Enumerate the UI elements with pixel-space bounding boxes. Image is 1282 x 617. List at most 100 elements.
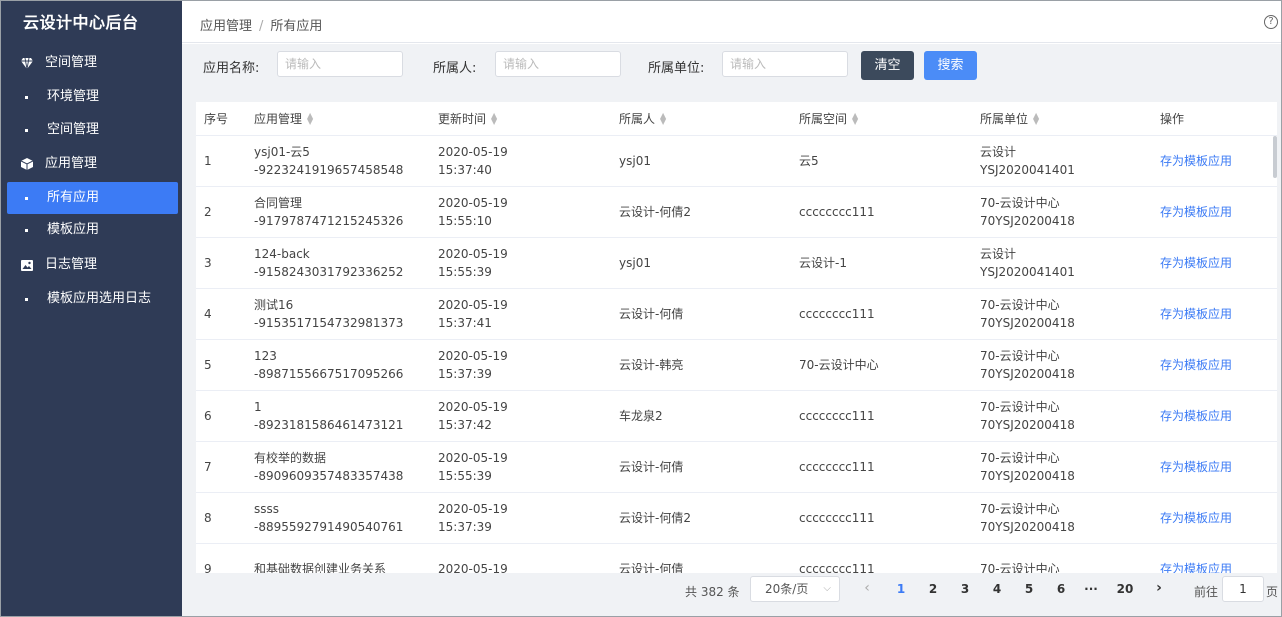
app-name-input[interactable]: [277, 51, 403, 77]
page-suffix: 页: [1266, 585, 1279, 599]
row-index: 1: [204, 153, 212, 168]
sidebar-item-label: 所有应用: [47, 190, 100, 205]
header-updated[interactable]: 更新时间 ▲ ▼: [430, 102, 611, 136]
unit-name: 云设计: [980, 144, 1017, 159]
update-date: 2020-05-19: [438, 144, 508, 159]
apps-table-container: 序号 应用管理 ▲ ▼ 更新时间 ▲ ▼ 所属人 ▲ ▼ 所属空间 ▲ ▼ 所属单位 ▲ ▼ 操作 …: [196, 102, 1277, 574]
table-row: 6 1 -8923181586461473121 2020-05-19 15:37:42…: [196, 390, 1277, 442]
sidebar-item-template-apps[interactable]: 模板应用: [1, 214, 182, 246]
breadcrumb-current: 所有应用: [270, 19, 323, 34]
update-date: 2020-05-19: [438, 297, 508, 312]
page-4[interactable]: 4: [987, 582, 1007, 596]
page-ellipsis[interactable]: ···: [1081, 582, 1101, 596]
app-id: -9158243031792336252: [254, 264, 404, 279]
clear-button[interactable]: 清空: [861, 51, 914, 80]
owner-name: 云设计-何倩: [619, 459, 684, 474]
bullet-icon: [25, 95, 28, 99]
owner-input[interactable]: [495, 51, 621, 77]
unit-name: 70-云设计中心: [980, 348, 1060, 363]
owner-name: ysj01: [619, 255, 651, 270]
table-scrollbar[interactable]: [1273, 136, 1277, 178]
sidebar-item-label: 应用管理: [45, 156, 98, 171]
unit-code: 70YSJ20200418: [980, 213, 1075, 228]
app-id: -9153517154732981373: [254, 315, 404, 330]
table-row: 4 测试16 -9153517154732981373 2020-05-19 15:37…: [196, 288, 1277, 340]
header-label: 所属单位: [980, 111, 1029, 126]
app-name: 合同管理: [254, 195, 303, 210]
app-id: -8923181586461473121: [254, 417, 404, 432]
save-as-template-link[interactable]: 存为模板应用: [1160, 307, 1232, 321]
top-bar: 应用管理 / 所有应用 ?: [182, 1, 1281, 43]
sort-icon[interactable]: ▲ ▼: [1033, 112, 1039, 126]
header-space[interactable]: 所属空间 ▲ ▼: [791, 102, 972, 136]
header-label: 更新时间: [438, 111, 487, 126]
goto-page-input[interactable]: 1: [1222, 576, 1264, 602]
header-action: 操作: [1152, 102, 1277, 136]
sidebar-item-label: 空间管理: [45, 55, 98, 70]
sidebar-item-all-apps[interactable]: 所有应用: [7, 182, 178, 214]
owner-name: 车龙泉2: [619, 408, 663, 423]
row-index: 8: [204, 510, 212, 525]
sort-icon[interactable]: ▲ ▼: [307, 112, 313, 126]
unit-code: 70YSJ20200418: [980, 315, 1075, 330]
update-time: 15:37:39: [438, 366, 492, 381]
prev-page-icon[interactable]: ‹: [857, 580, 877, 596]
header-label: 所属空间: [799, 111, 848, 126]
sort-icon[interactable]: ▲ ▼: [852, 112, 858, 126]
page-6[interactable]: 6: [1051, 582, 1071, 596]
page-size-select[interactable]: 20条/页 ⌵: [750, 576, 840, 602]
header-owner[interactable]: 所属人 ▲ ▼: [611, 102, 791, 136]
unit-code: 70YSJ20200418: [980, 366, 1075, 381]
breadcrumb: 应用管理 / 所有应用: [200, 15, 322, 34]
total-count: 共 382 条: [685, 585, 740, 599]
search-button[interactable]: 搜索: [924, 51, 977, 80]
unit-name: 70-云设计中心: [980, 399, 1060, 414]
help-icon[interactable]: ?: [1264, 15, 1278, 29]
sidebar-item-space-management[interactable]: 空间管理: [1, 47, 182, 79]
save-as-template-link[interactable]: 存为模板应用: [1160, 154, 1232, 168]
sort-icon[interactable]: ▲ ▼: [660, 112, 666, 126]
sidebar-item-label: 模板应用: [47, 222, 100, 237]
unit-code: 70YSJ20200418: [980, 519, 1075, 534]
space-name: cccccccc111: [799, 459, 875, 474]
space-name: cccccccc111: [799, 408, 875, 423]
breadcrumb-root[interactable]: 应用管理: [200, 19, 252, 34]
bullet-icon: [25, 128, 28, 132]
space-name: 云设计-1: [799, 255, 847, 270]
header-app[interactable]: 应用管理 ▲ ▼: [246, 102, 430, 136]
owner-label: 所属人:: [433, 61, 477, 76]
sidebar-item-log-management[interactable]: 日志管理: [1, 249, 182, 281]
next-page-icon[interactable]: ›: [1149, 580, 1169, 596]
update-time: 15:37:39: [438, 519, 492, 534]
app-id: -8895592791490540761: [254, 519, 404, 534]
unit-name: 云设计: [980, 246, 1017, 261]
sidebar-item-template-log[interactable]: 模板应用选用日志: [1, 283, 182, 315]
space-name: cccccccc111: [799, 204, 875, 219]
save-as-template-link[interactable]: 存为模板应用: [1160, 460, 1232, 474]
save-as-template-link[interactable]: 存为模板应用: [1160, 358, 1232, 372]
sidebar-item-environment[interactable]: 环境管理: [1, 81, 182, 113]
save-as-template-link[interactable]: 存为模板应用: [1160, 409, 1232, 423]
search-bar: 应用名称: 所属人: 所属单位: 清空 搜索: [182, 44, 1281, 90]
app-name: 123: [254, 348, 277, 363]
sidebar-item-app-management[interactable]: 应用管理: [1, 148, 182, 180]
page-3[interactable]: 3: [955, 582, 975, 596]
app-id: -9179787471215245326: [254, 213, 404, 228]
save-as-template-link[interactable]: 存为模板应用: [1160, 256, 1232, 270]
space-name: cccccccc111: [799, 510, 875, 525]
cube-icon: [21, 158, 33, 170]
page-2[interactable]: 2: [923, 582, 943, 596]
row-index: 2: [204, 204, 212, 219]
save-as-template-link[interactable]: 存为模板应用: [1160, 511, 1232, 525]
row-index: 3: [204, 255, 212, 270]
unit-code: 70YSJ20200418: [980, 417, 1075, 432]
page-1[interactable]: 1: [891, 582, 911, 596]
page-20[interactable]: 20: [1115, 582, 1135, 596]
header-unit[interactable]: 所属单位 ▲ ▼: [972, 102, 1152, 136]
page-5[interactable]: 5: [1019, 582, 1039, 596]
table-header-row: 序号 应用管理 ▲ ▼ 更新时间 ▲ ▼ 所属人 ▲ ▼ 所属空间 ▲ ▼ 所属单位 ▲ ▼ 操作: [196, 102, 1277, 136]
unit-input[interactable]: [722, 51, 848, 77]
sort-icon[interactable]: ▲ ▼: [491, 112, 497, 126]
save-as-template-link[interactable]: 存为模板应用: [1160, 205, 1232, 219]
sidebar-item-space[interactable]: 空间管理: [1, 114, 182, 146]
